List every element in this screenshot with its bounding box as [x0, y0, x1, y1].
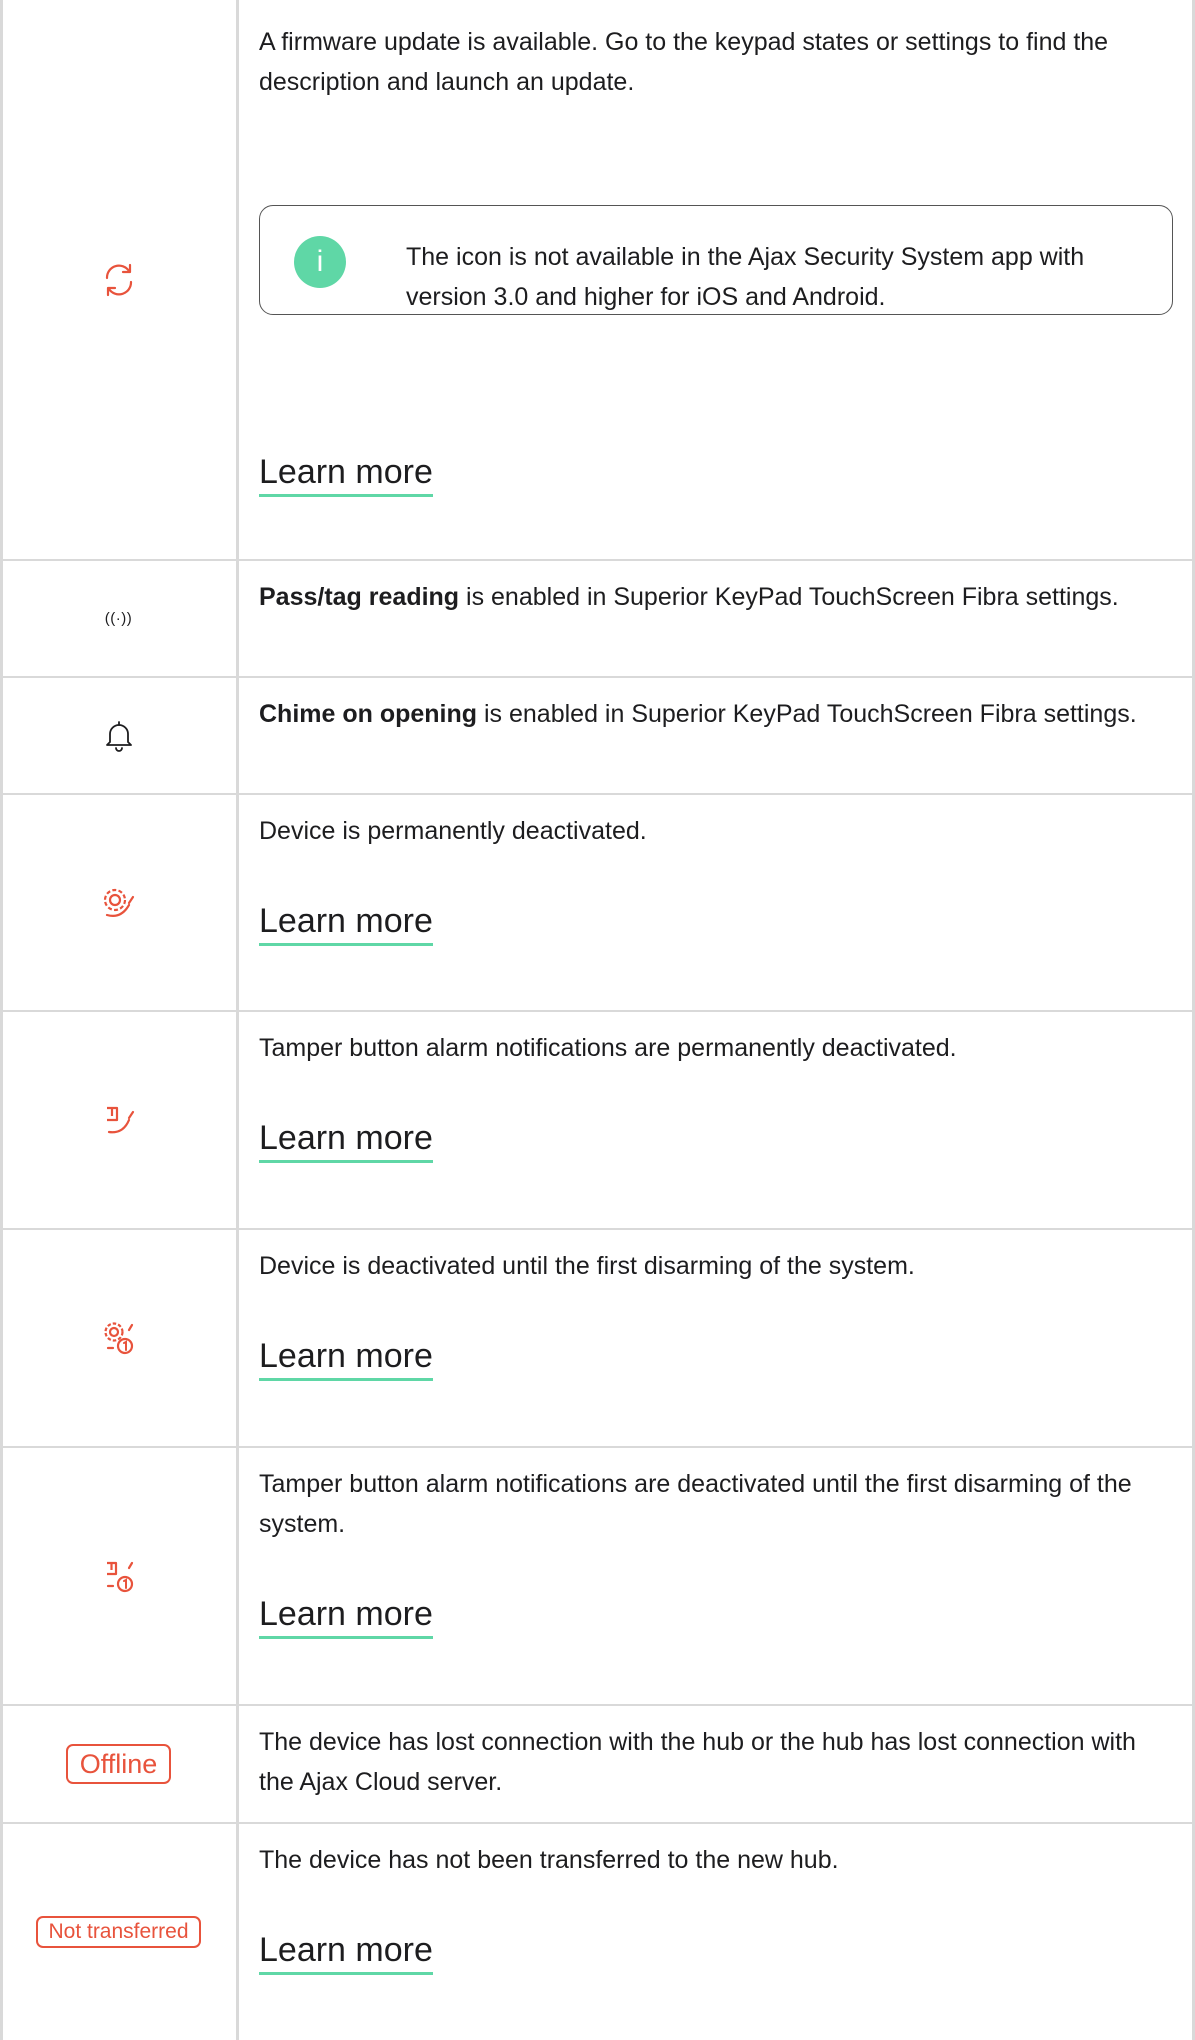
learn-more-link[interactable]: Learn more: [259, 1594, 433, 1639]
icon-cell: [0, 678, 237, 793]
row-text: Device is deactivated until the first di…: [259, 1252, 915, 1280]
table-row: ((·)) Pass/tag reading is enabled in Sup…: [0, 561, 1195, 678]
table-row: Offline The device has lost connection w…: [0, 1706, 1195, 1824]
icon-cell: [0, 1230, 237, 1446]
row-text: Chime on opening is enabled in Superior …: [259, 700, 1137, 728]
table-row: Tamper button alarm notifications are pe…: [0, 1012, 1195, 1230]
row-text: The device has lost connection with the …: [259, 1728, 1136, 1796]
table-row: A firmware update is available. Go to th…: [0, 0, 1195, 561]
description-cell: The device has lost connection with the …: [259, 1706, 1173, 1822]
offline-badge: Offline: [65, 1744, 172, 1784]
table-row: Device is deactivated until the first di…: [0, 1230, 1195, 1448]
info-note: i The icon is not available in the Ajax …: [259, 205, 1173, 315]
description-cell: Tamper button alarm notifications are pe…: [259, 1012, 1173, 1228]
table-row: Not transferred The device has not been …: [0, 1824, 1195, 2040]
icon-cell: [0, 1012, 237, 1228]
not-transferred-badge: Not transferred: [36, 1916, 201, 1948]
tamper-deactivated-icon: [106, 1106, 134, 1134]
table-row: Chime on opening is enabled in Superior …: [0, 678, 1195, 795]
tamper-until-disarm-icon: [106, 1561, 133, 1593]
learn-more-link[interactable]: Learn more: [259, 901, 433, 946]
row-text: Pass/tag reading is enabled in Superior …: [259, 583, 1119, 611]
gear-until-disarm-icon: [103, 1322, 133, 1355]
setting-name: Chime on opening: [259, 700, 478, 728]
setting-name: Pass/tag reading: [259, 583, 460, 611]
learn-more-link[interactable]: Learn more: [259, 452, 433, 497]
bell-icon: [105, 720, 132, 752]
icon-description-table: A firmware update is available. Go to th…: [0, 0, 1195, 2040]
icon-cell: [0, 0, 237, 559]
description-cell: Pass/tag reading is enabled in Superior …: [259, 561, 1173, 676]
pass-reading-icon: ((·)): [104, 610, 133, 627]
description-cell: Device is permanently deactivated. Learn…: [259, 795, 1173, 1010]
row-text: A firmware update is available. Go to th…: [259, 28, 1109, 96]
icon-cell: Not transferred: [0, 1824, 237, 2040]
icon-cell: [0, 795, 237, 1010]
icon-cell: [0, 1448, 237, 1704]
description-cell: Tamper button alarm notifications are de…: [259, 1448, 1173, 1704]
info-icon: i: [294, 236, 346, 288]
row-text: Device is permanently deactivated.: [259, 817, 647, 845]
row-text: The device has not been transferred to t…: [259, 1846, 839, 1874]
refresh-icon: [105, 263, 132, 296]
learn-more-link[interactable]: Learn more: [259, 1336, 433, 1381]
table-row: Tamper button alarm notifications are de…: [0, 1448, 1195, 1706]
description-cell: The device has not been transferred to t…: [259, 1824, 1173, 2040]
row-text: Tamper button alarm notifications are de…: [259, 1470, 1132, 1538]
description-cell: Chime on opening is enabled in Superior …: [259, 678, 1173, 793]
description-cell: Device is deactivated until the first di…: [259, 1230, 1173, 1446]
icon-cell: Offline: [0, 1706, 237, 1822]
row-text: Tamper button alarm notifications are pe…: [259, 1034, 957, 1062]
learn-more-link[interactable]: Learn more: [259, 1118, 433, 1163]
table-row: Device is permanently deactivated. Learn…: [0, 795, 1195, 1012]
learn-more-link[interactable]: Learn more: [259, 1930, 433, 1975]
info-note-text: The icon is not available in the Ajax Se…: [406, 243, 1085, 311]
gear-deactivated-icon: [103, 888, 134, 917]
icon-cell: ((·)): [0, 561, 237, 676]
description-cell: A firmware update is available. Go to th…: [259, 0, 1173, 559]
